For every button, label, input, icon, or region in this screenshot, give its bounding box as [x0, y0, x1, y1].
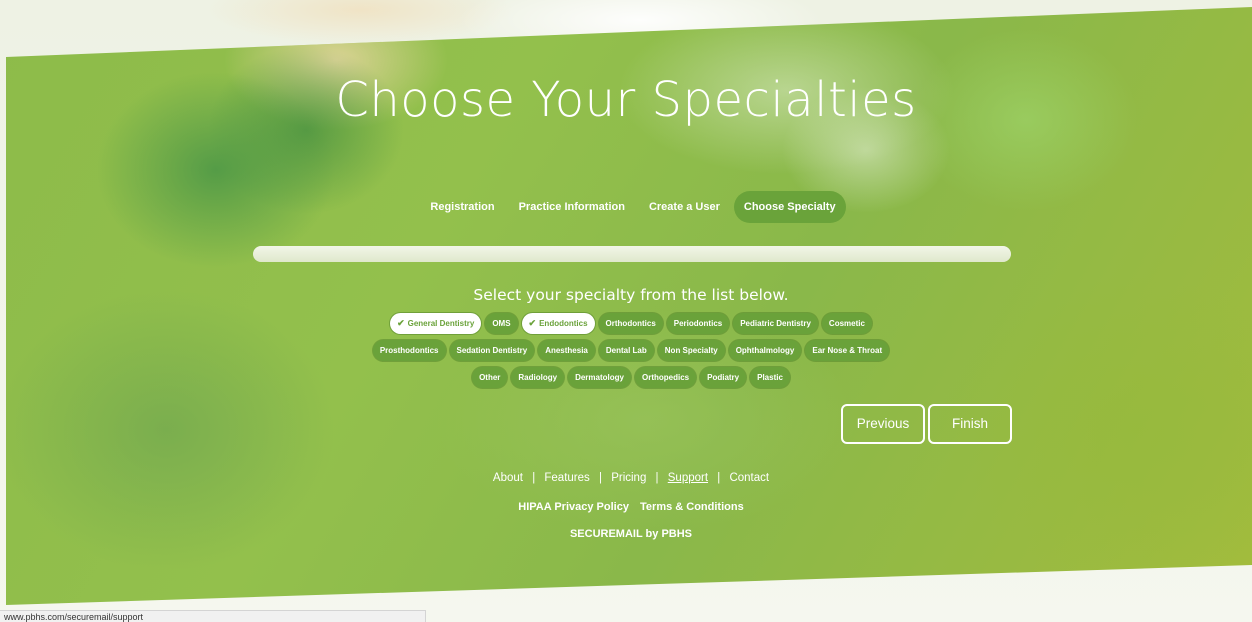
specialty-cosmetic[interactable]: Cosmetic — [821, 313, 872, 334]
specialty-non-specialty[interactable]: Non Specialty — [657, 340, 725, 361]
specialty-row-2: Prosthodontics Sedation Dentistry Anesth… — [0, 340, 1252, 361]
specialty-orthodontics[interactable]: Orthodontics — [598, 313, 663, 334]
footer-separator: | — [655, 472, 659, 484]
specialty-label: General Dentistry — [407, 319, 475, 328]
specialty-endodontics[interactable]: ✔ Endodontics — [521, 313, 595, 334]
specialty-prosthodontics[interactable]: Prosthodontics — [372, 340, 446, 361]
footer-separator: | — [717, 472, 721, 484]
footer-link-about[interactable]: About — [493, 472, 523, 484]
browser-status-bar: www.pbhs.com/securemail/support — [0, 610, 426, 622]
progress-bar — [253, 246, 1011, 262]
footer-link-support[interactable]: Support — [668, 472, 708, 484]
progress-bar-fill — [253, 246, 1011, 262]
footer-link-hipaa-privacy[interactable]: HIPAA Privacy Policy — [518, 501, 629, 513]
specialty-other[interactable]: Other — [472, 367, 508, 388]
specialty-label: Endodontics — [539, 319, 588, 328]
footer-separator: | — [532, 472, 536, 484]
specialty-ophthalmology[interactable]: Ophthalmology — [728, 340, 802, 361]
footer-separator: | — [598, 472, 602, 484]
footer-link-pricing[interactable]: Pricing — [611, 472, 646, 484]
footer-link-features[interactable]: Features — [544, 472, 589, 484]
specialty-dermatology[interactable]: Dermatology — [568, 367, 631, 388]
step-navigation: Registration Practice Information Create… — [0, 191, 1252, 223]
footer-link-contact[interactable]: Contact — [729, 472, 769, 484]
footer-legal: HIPAA Privacy Policy Terms & Conditions — [0, 501, 1252, 513]
check-icon: ✔ — [397, 318, 405, 328]
specialty-row-1: ✔ General Dentistry OMS ✔ Endodontics Orth… — [0, 313, 1252, 334]
step-choose-specialty[interactable]: Choose Specialty — [733, 191, 846, 223]
specialty-anesthesia[interactable]: Anesthesia — [538, 340, 595, 361]
specialty-prompt: Select your specialty from the list belo… — [473, 286, 789, 304]
finish-button[interactable]: Finish — [928, 404, 1012, 444]
specialty-plastic[interactable]: Plastic — [750, 367, 790, 388]
specialty-sedation-dentistry[interactable]: Sedation Dentistry — [449, 340, 535, 361]
specialty-orthopedics[interactable]: Orthopedics — [634, 367, 697, 388]
step-practice-information[interactable]: Practice Information — [509, 191, 635, 223]
specialty-pediatric-dentistry[interactable]: Pediatric Dentistry — [733, 313, 818, 334]
specialty-radiology[interactable]: Radiology — [511, 367, 565, 388]
specialty-periodontics[interactable]: Periodontics — [666, 313, 730, 334]
specialty-ear-nose-throat[interactable]: Ear Nose & Throat — [805, 340, 890, 361]
specialty-dental-lab[interactable]: Dental Lab — [598, 340, 654, 361]
check-icon: ✔ — [528, 318, 537, 328]
footer-brand: SECUREMAIL by PBHS — [569, 528, 693, 540]
specialty-row-3: Other Radiology Dermatology Orthopedics … — [0, 367, 1252, 388]
step-create-user[interactable]: Create a User — [639, 191, 730, 223]
specialty-oms[interactable]: OMS — [485, 313, 518, 334]
page-title: Choose Your Specialties — [335, 72, 917, 128]
footer-nav: About | Features | Pricing | Support | C… — [0, 472, 1252, 484]
specialty-general-dentistry[interactable]: ✔ General Dentistry — [390, 313, 482, 334]
previous-button[interactable]: Previous — [841, 404, 925, 444]
step-registration[interactable]: Registration — [420, 191, 504, 223]
footer-link-terms[interactable]: Terms & Conditions — [640, 501, 744, 513]
specialty-podiatry[interactable]: Podiatry — [700, 367, 747, 388]
